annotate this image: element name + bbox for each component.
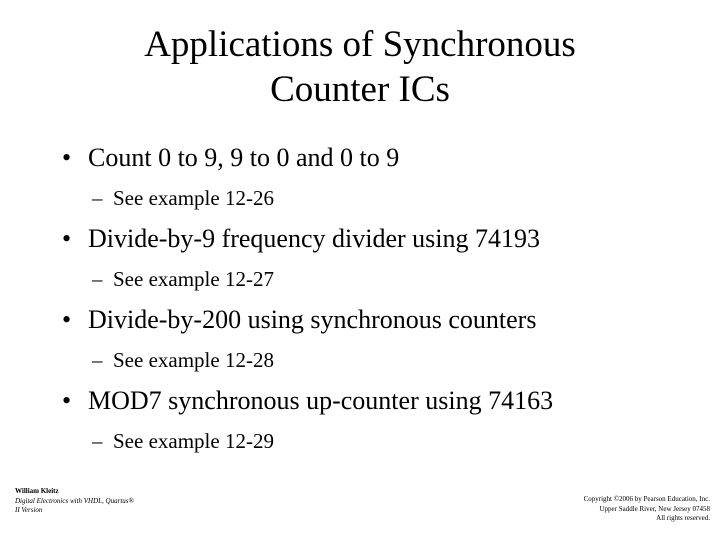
- subbullet-item-3: – See example 12-28: [0, 345, 720, 375]
- subbullet-item-2: – See example 12-27: [0, 264, 720, 294]
- page-title-line-1: Applications of Synchronous: [144, 24, 576, 65]
- bullet-item-2-label: Divide-by-9 frequency divider using 7419…: [88, 224, 541, 253]
- subbullet-item-1: – See example 12-26: [0, 183, 720, 213]
- dash-marker-icon: –: [92, 348, 103, 372]
- bullet-item-4-label: MOD7 synchronous up-counter using 74163: [88, 386, 554, 415]
- page-title: Applications of Synchronous Counter ICs: [36, 22, 684, 112]
- bullet-item-4: • MOD7 synchronous up-counter using 7416…: [0, 384, 720, 418]
- slide-canvas: Applications of Synchronous Counter ICs …: [0, 0, 720, 540]
- footer-book-version: II Version: [15, 506, 43, 514]
- bullet-group-4: • MOD7 synchronous up-counter using 7416…: [0, 384, 720, 456]
- dash-marker-icon: –: [92, 267, 103, 291]
- bullet-marker-icon: •: [62, 224, 72, 253]
- bullet-item-3: • Divide-by-200 using synchronous counte…: [0, 303, 720, 337]
- subbullet-item-4-label: See example 12-29: [113, 429, 274, 453]
- footer-book-title: Digital Electronics with VHDL, Quartus®: [15, 496, 134, 505]
- copyright-line-2: Upper Saddle River, New Jersey 07458: [599, 504, 710, 513]
- copyright-line-1: Copyright ©2006 by Pearson Education, In…: [583, 495, 710, 503]
- bullet-marker-icon: •: [62, 305, 72, 334]
- copyright-line-3: All rights reserved.: [656, 514, 710, 522]
- subbullet-item-2-label: See example 12-27: [113, 267, 274, 291]
- bullet-item-1: • Count 0 to 9, 9 to 0 and 0 to 9: [0, 141, 720, 175]
- bullet-item-2: • Divide-by-9 frequency divider using 74…: [0, 222, 720, 256]
- bullet-marker-icon: •: [62, 386, 72, 415]
- bullet-list: • Count 0 to 9, 9 to 0 and 0 to 9 – See …: [0, 141, 720, 465]
- page-title-line-2: Counter ICs: [270, 69, 450, 110]
- footer-author: William Kleitz: [15, 487, 59, 495]
- footer-attribution: William Kleitz Digital Electronics with …: [15, 487, 335, 516]
- dash-marker-icon: –: [92, 429, 103, 453]
- bullet-group-2: • Divide-by-9 frequency divider using 74…: [0, 222, 720, 294]
- bullet-item-3-label: Divide-by-200 using synchronous counters: [88, 305, 537, 334]
- bullet-item-1-label: Count 0 to 9, 9 to 0 and 0 to 9: [88, 143, 400, 172]
- subbullet-item-3-label: See example 12-28: [113, 348, 274, 372]
- bullet-group-3: • Divide-by-200 using synchronous counte…: [0, 303, 720, 375]
- dash-marker-icon: –: [92, 186, 103, 210]
- subbullet-item-1-label: See example 12-26: [113, 186, 274, 210]
- footer-copyright: Copyright ©2006 by Pearson Education, In…: [380, 495, 710, 524]
- bullet-marker-icon: •: [62, 143, 72, 172]
- bullet-group-1: • Count 0 to 9, 9 to 0 and 0 to 9 – See …: [0, 141, 720, 213]
- subbullet-item-4: – See example 12-29: [0, 426, 720, 456]
